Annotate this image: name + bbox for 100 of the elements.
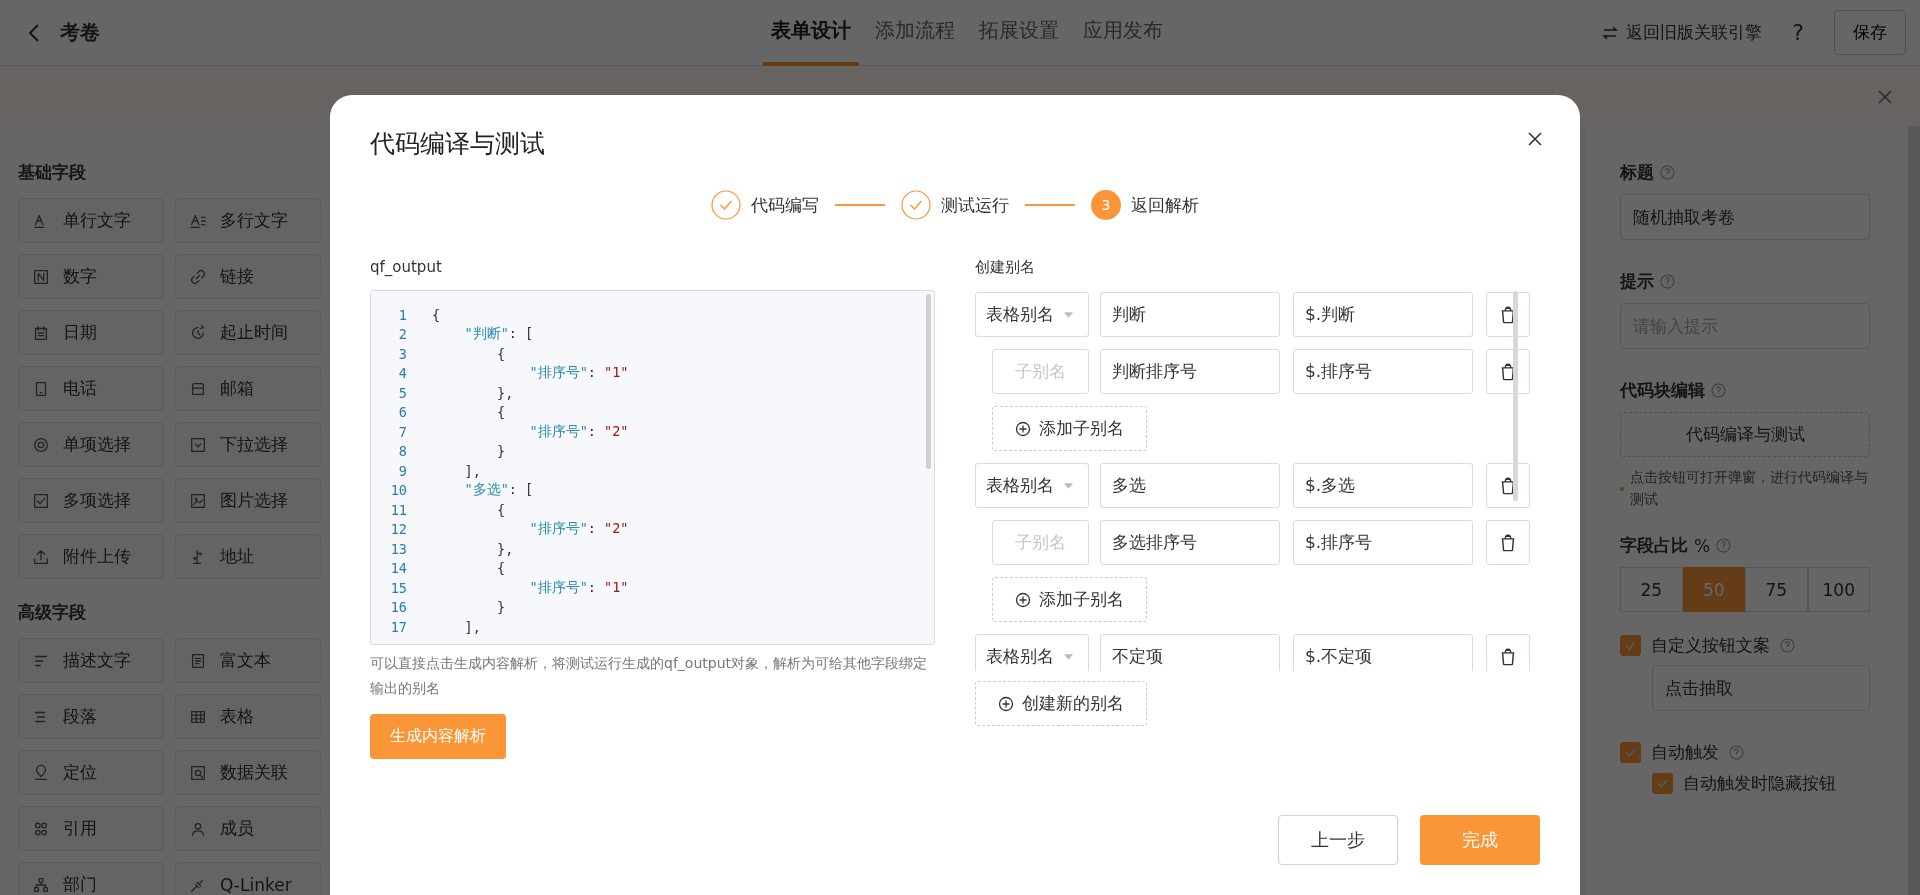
field-item[interactable]: 多项选择	[18, 478, 164, 523]
field-item[interactable]: 单行文字	[18, 198, 164, 243]
checkmark-icon	[1624, 746, 1637, 760]
add-sub-alias-button[interactable]: 添加子别名	[992, 406, 1147, 451]
alias-type-select[interactable]: 表格别名	[975, 292, 1089, 337]
add-sub-alias-button[interactable]: 添加子别名	[992, 577, 1147, 622]
back-icon[interactable]	[28, 22, 40, 43]
field-item[interactable]: 数据关联	[175, 750, 321, 795]
delete-button[interactable]	[1486, 349, 1530, 394]
alias-type-select[interactable]: 表格别名	[975, 634, 1089, 671]
help-icon[interactable]	[1729, 745, 1744, 761]
delete-button[interactable]	[1486, 634, 1530, 671]
title-field[interactable]: 随机抽取考卷	[1620, 194, 1870, 240]
field-item[interactable]: 电话	[18, 366, 164, 411]
code-editor[interactable]: 1 { 2 "判断": [ 3 { 4 "排序号": "1" 5 }, 6 { 7 "排序号": "2" 8 } 9 ], 10 "多选": [ 11 { 12 "排序号": "2" 13 }, 14 { 15 "排序号": "1" 16 } 17 ],	[370, 290, 935, 645]
ratio-option[interactable]: 75	[1745, 567, 1808, 613]
parse-button[interactable]: 生成内容解析	[370, 714, 506, 759]
save-button[interactable]: 保存	[1834, 10, 1906, 55]
step-label: 代码编写	[751, 193, 819, 217]
scrollbar[interactable]	[1513, 291, 1518, 501]
nav-tab[interactable]: 添加流程	[867, 0, 963, 66]
alias-path-field[interactable]: $.判断	[1293, 292, 1473, 337]
help-icon[interactable]	[1660, 165, 1675, 180]
alias-path-field[interactable]: $.多选	[1293, 463, 1473, 508]
ratio-option[interactable]: 100	[1807, 567, 1870, 613]
help-icon[interactable]	[1711, 383, 1726, 398]
finish-button[interactable]: 完成	[1420, 815, 1540, 865]
clock-icon	[189, 323, 207, 342]
button-text-field[interactable]: 点击抽取	[1652, 665, 1870, 712]
field-item[interactable]: 成员	[175, 806, 321, 851]
help-icon[interactable]	[1780, 638, 1795, 654]
field-item[interactable]: 链接	[175, 254, 321, 299]
checkbox[interactable]	[1620, 742, 1641, 764]
delete-button[interactable]	[1486, 292, 1530, 337]
delete-button[interactable]	[1486, 520, 1530, 565]
field-item[interactable]: 描述文字	[18, 638, 164, 683]
alias-name-field[interactable]: 多选	[1100, 463, 1280, 508]
field-item[interactable]: Q-Linker	[175, 862, 321, 895]
field-item[interactable]: 定位	[18, 750, 164, 795]
field-item[interactable]: 部门	[18, 862, 164, 895]
field-item[interactable]: 表格	[175, 694, 321, 739]
section-title: 高级字段	[18, 601, 87, 624]
ratio-option[interactable]: 25	[1620, 567, 1683, 613]
checkbox-row[interactable]: 自动触发	[1620, 741, 1870, 765]
delete-button[interactable]	[1486, 463, 1530, 508]
code-line: },	[496, 384, 514, 401]
field-item[interactable]: 附件上传	[18, 534, 164, 579]
nav-tab[interactable]: 拓展设置	[971, 0, 1067, 66]
plus-icon	[1015, 591, 1031, 608]
previous-button[interactable]: 上一步	[1278, 815, 1398, 865]
alias-name-field[interactable]: 不定项	[1100, 634, 1280, 671]
alias-type-select[interactable]: 表格别名	[975, 463, 1089, 508]
radio-icon	[32, 435, 50, 454]
field-item[interactable]: 富文本	[175, 638, 321, 683]
help-link[interactable]: ?	[1792, 20, 1804, 45]
line-number: 17	[389, 618, 407, 635]
alias-name-field[interactable]: 多选排序号	[1100, 520, 1280, 565]
ratio-option[interactable]: 50	[1682, 567, 1745, 613]
code-line: },	[496, 540, 514, 557]
field-item[interactable]: 日期	[18, 310, 164, 355]
org-icon	[32, 875, 50, 894]
link-icon	[189, 267, 207, 286]
checkbox-row[interactable]: 自定义按钮文案	[1620, 634, 1870, 658]
checkbox-label: 自定义按钮文案	[1651, 634, 1770, 658]
caret-icon	[1064, 653, 1073, 660]
new-alias-button[interactable]: 创建新的别名	[975, 681, 1147, 726]
field-item[interactable]: 下拉选择	[175, 422, 321, 467]
scrollbar[interactable]	[926, 294, 931, 469]
field-item[interactable]: 数字	[18, 254, 164, 299]
legacy-link[interactable]: 返回旧版关联引擎	[1626, 21, 1763, 44]
help-icon[interactable]	[1660, 274, 1675, 289]
checkbox[interactable]	[1652, 773, 1673, 795]
output-label: qf_output	[370, 258, 443, 276]
checkbox[interactable]	[1620, 635, 1641, 657]
field-item[interactable]: 地址	[175, 534, 321, 579]
code-line: "排序号": "1"	[528, 578, 629, 597]
alias-name-field[interactable]: 判断排序号	[1100, 349, 1280, 394]
alias-name-field[interactable]: 判断	[1100, 292, 1280, 337]
sub-alias-field[interactable]: 子别名	[992, 349, 1089, 394]
alias-path-field[interactable]: $.不定项	[1293, 634, 1473, 671]
alias-path-field[interactable]: $.排序号	[1293, 349, 1473, 394]
help-icon[interactable]	[1716, 538, 1732, 554]
field-item[interactable]: 图片选择	[175, 478, 321, 523]
field-item[interactable]: 起止时间	[175, 310, 321, 355]
field-item[interactable]: 段落	[18, 694, 164, 739]
field-label: 提示	[1620, 270, 1654, 293]
alias-path-field[interactable]: $.排序号	[1293, 520, 1473, 565]
step-label: 测试运行	[941, 193, 1009, 217]
checkbox-row[interactable]: 自动触发时隐藏按钮	[1652, 772, 1870, 796]
alias-label: 创建别名	[975, 258, 1036, 277]
field-item[interactable]: 单项选择	[18, 422, 164, 467]
field-item[interactable]: 多行文字	[175, 198, 321, 243]
sub-alias-field[interactable]: 子别名	[992, 520, 1089, 565]
line-number: 12	[389, 521, 407, 538]
nav-tab[interactable]: 应用发布	[1075, 0, 1171, 66]
caret-icon	[1064, 311, 1073, 318]
close-icon[interactable]	[1528, 132, 1542, 146]
field-item[interactable]: 邮箱	[175, 366, 321, 411]
field-item[interactable]: 引用	[18, 806, 164, 851]
code-test-button[interactable]: 代码编译与测试	[1620, 412, 1870, 457]
